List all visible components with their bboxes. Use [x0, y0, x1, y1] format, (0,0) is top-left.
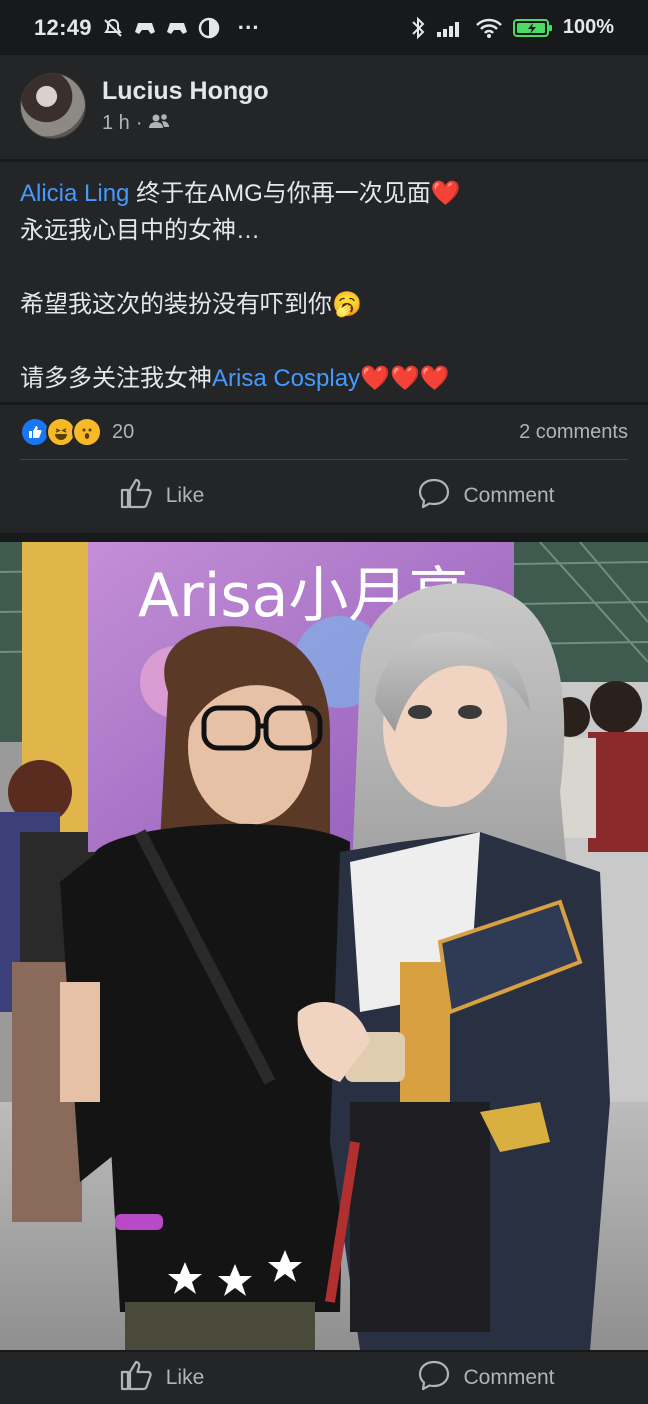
reactions-row: 20 2 comments: [20, 417, 628, 447]
post-line-3-text: 希望我这次的装扮没有吓到你: [20, 291, 332, 318]
header-text: Lucius Hongo 1 h ·: [102, 77, 269, 135]
heart-emoji: ❤️: [430, 180, 461, 207]
comment-icon: [417, 477, 451, 515]
meta-separator: ·: [135, 112, 143, 134]
more-notifications: ···: [237, 14, 260, 40]
next-like-label: Like: [165, 1366, 205, 1389]
like-button[interactable]: Like: [0, 471, 324, 521]
text-divider: [0, 402, 648, 405]
post-line-2: 永远我心目中的女神…: [20, 217, 260, 244]
status-left: 12:49 ···: [34, 15, 260, 41]
wifi-icon: [475, 17, 503, 39]
post-line-4-text: 请多多关注我女神: [20, 365, 212, 392]
reaction-icons: [20, 417, 102, 447]
hearts-emoji: ❤️❤️❤️: [360, 365, 450, 392]
next-like-button[interactable]: Like: [0, 1352, 324, 1404]
post-header: Lucius Hongo 1 h ·: [20, 73, 269, 139]
mute-bell-icon: [102, 17, 124, 39]
game-icon: [134, 19, 156, 37]
actions-divider: [20, 459, 628, 460]
post-photo[interactable]: Arisa小月亮: [0, 542, 648, 1350]
friends-icon[interactable]: [148, 112, 170, 135]
reactions-summary[interactable]: 20: [20, 417, 134, 447]
next-comment-label: Comment: [463, 1366, 555, 1389]
avatar[interactable]: [20, 73, 86, 139]
status-right: 100%: [411, 16, 614, 40]
header-divider: [0, 159, 648, 162]
comments-count[interactable]: 2 comments: [519, 421, 628, 444]
wow-reaction-icon: [72, 417, 102, 447]
post-card: Lucius Hongo 1 h · Alicia Ling 终于在AMG与你再…: [0, 55, 648, 533]
thumbs-up-icon: [120, 477, 154, 515]
like-label: Like: [165, 484, 205, 507]
signal-icon: [435, 18, 465, 38]
status-time: 12:49: [34, 14, 92, 40]
post-line-1: Alicia Ling 终于在AMG与你再一次见面❤️: [20, 175, 630, 212]
post-time[interactable]: 1 h: [102, 112, 130, 135]
mention-alicia-ling[interactable]: Alicia Ling: [20, 180, 129, 207]
post-line-3: 希望我这次的装扮没有吓到你🥱: [20, 286, 630, 323]
comment-icon: [417, 1359, 451, 1397]
yawn-emoji: 🥱: [332, 291, 362, 318]
photo-illustration: Arisa小月亮: [0, 542, 648, 1350]
post-meta: 1 h ·: [102, 112, 269, 135]
battery-icon: [512, 17, 553, 39]
comment-button[interactable]: Comment: [324, 471, 648, 521]
battery-percent: 100%: [562, 16, 614, 38]
post-text: Alicia Ling 终于在AMG与你再一次见面❤️ 永远我心目中的女神… 希…: [20, 175, 630, 397]
mention-arisa-cosplay[interactable]: Arisa Cosplay: [212, 365, 360, 392]
data-saver-icon: [198, 17, 220, 39]
thumbs-up-icon: [120, 1359, 154, 1397]
comment-label: Comment: [463, 484, 555, 507]
next-comment-button[interactable]: Comment: [324, 1352, 648, 1404]
bluetooth-icon: [411, 16, 425, 40]
reaction-count: 20: [112, 420, 135, 443]
next-post-actions: Like Comment: [0, 1352, 648, 1404]
game-icon: [166, 19, 188, 37]
post-line-4: 请多多关注我女神Arisa Cosplay❤️❤️❤️: [20, 360, 630, 397]
author-name[interactable]: Lucius Hongo: [102, 77, 269, 106]
post-line-1-text: 终于在AMG与你再一次见面: [129, 180, 431, 207]
status-bar: 12:49 ··· 100%: [0, 0, 648, 55]
post-actions: Like Comment: [0, 471, 648, 521]
